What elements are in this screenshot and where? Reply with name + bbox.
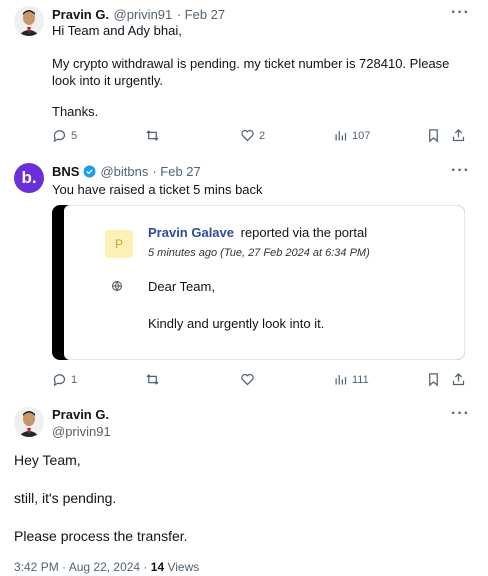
view-count: 107 (352, 129, 371, 142)
ticket-greeting: Dear Team, (148, 279, 215, 294)
more-options-icon[interactable]: ··· (451, 4, 470, 22)
bns-logo-letter: b. (21, 168, 37, 187)
view-count: 111 (352, 373, 369, 386)
verified-badge-icon (83, 165, 96, 178)
reply-button[interactable]: 1 (52, 372, 77, 387)
ticket-time: 5 minutes ago (Tue, 27 Feb 2024 at 6:34 … (148, 247, 370, 259)
tweet-timestamp[interactable]: 3:42 PM · Aug 22, 2024 · (14, 560, 147, 574)
heart-icon (241, 373, 254, 386)
reply-count: 5 (71, 129, 78, 142)
reply-button[interactable]: 5 (52, 128, 77, 143)
tweet-text-line: still, it's pending. (14, 490, 117, 506)
share-icon (452, 372, 465, 386)
bns-avatar[interactable]: b. (14, 163, 44, 193)
globe-icon (112, 281, 122, 292)
author-handle[interactable]: @privin91 (52, 424, 111, 439)
views-button[interactable]: 107 (333, 128, 370, 143)
tweet-text: You have raised a ticket 5 mins back (52, 182, 263, 197)
author-name[interactable]: Pravin G. (52, 7, 109, 22)
share-button[interactable] (451, 372, 466, 387)
author-handle[interactable]: @privin91 (114, 7, 173, 22)
bookmark-button[interactable] (426, 128, 441, 143)
tweet-date[interactable]: · Feb 27 (177, 7, 225, 22)
repost-icon (146, 130, 159, 141)
analytics-icon (335, 131, 347, 141)
share-button[interactable] (451, 128, 466, 143)
repost-button[interactable] (145, 372, 160, 387)
tweet-text-line: Hey Team, (14, 452, 81, 468)
author-name[interactable]: BNS (52, 164, 79, 179)
author-name[interactable]: Pravin G. (52, 407, 109, 422)
tweet-text-line: Thanks. (52, 104, 99, 119)
author-handle[interactable]: @bitbns (100, 164, 148, 179)
tweet-text-line: Hi Team and Ady bhai, (52, 23, 182, 38)
more-options-icon[interactable]: ··· (451, 405, 470, 423)
avatar[interactable] (14, 6, 44, 36)
views-label: Views (167, 560, 200, 574)
attached-image[interactable]: P Pravin Galave reported via the portal … (52, 205, 465, 360)
view-count: 14 (150, 560, 165, 574)
reply-count: 1 (71, 373, 78, 386)
repost-button[interactable] (145, 128, 160, 143)
reply-icon (53, 374, 66, 387)
like-button[interactable]: 2 (240, 128, 265, 143)
tweet-text-line: Please process the transfer. (14, 528, 188, 544)
ticket-message: Kindly and urgently look into it. (148, 316, 325, 331)
tweet-date[interactable]: · Feb 27 (152, 164, 200, 179)
bookmark-icon (429, 129, 438, 143)
user-initial-badge: P (105, 230, 133, 258)
ticket-author: Pravin Galave (148, 225, 234, 240)
ticket-source: reported via the portal (240, 225, 368, 240)
analytics-icon (335, 375, 347, 385)
reply-icon (53, 130, 66, 143)
bookmark-button[interactable] (426, 372, 441, 387)
like-count: 2 (259, 129, 266, 142)
bookmark-icon (429, 373, 438, 387)
heart-icon (241, 129, 254, 142)
more-options-icon[interactable]: ··· (451, 162, 470, 180)
tweet-text-line: My crypto withdrawal is pending. my tick… (52, 56, 450, 88)
share-icon (452, 128, 465, 142)
views-button[interactable]: 111 (333, 372, 369, 387)
avatar[interactable] (14, 407, 44, 437)
ticket-card: P Pravin Galave reported via the portal … (64, 205, 465, 360)
repost-icon (146, 374, 159, 385)
like-button[interactable] (240, 372, 255, 387)
